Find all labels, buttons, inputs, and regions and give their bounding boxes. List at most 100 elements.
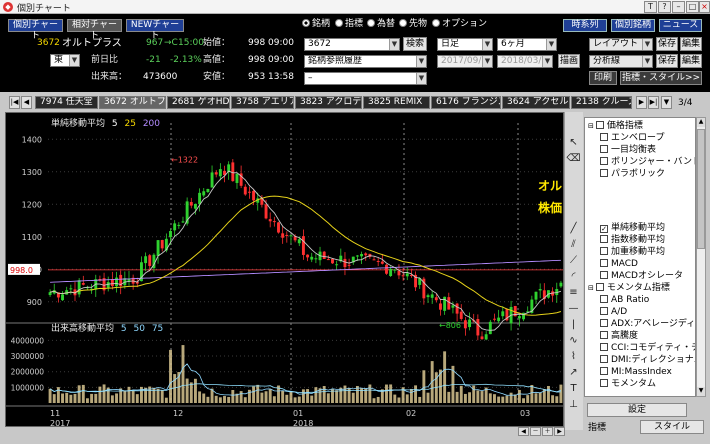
text-icon[interactable]: T [566, 382, 581, 396]
scroll-right-icon[interactable]: ▶ [554, 427, 565, 436]
date-to-input[interactable]: 2018/03/13 ▼ [497, 55, 553, 68]
range-select[interactable]: 6ヶ月 ▼ [497, 38, 557, 51]
radio-options[interactable]: オプション [432, 19, 487, 30]
maximize-button[interactable]: □ [686, 1, 699, 13]
indicator-item-0[interactable]: エンベロープ [598, 132, 664, 144]
wave-icon[interactable]: ⌇ [566, 350, 581, 364]
indicator-scrollbar[interactable]: ▲ ▼ [696, 117, 706, 397]
prev-icon[interactable]: ◀ [21, 96, 32, 109]
checkbox-icon[interactable] [600, 235, 608, 243]
stock-tab-7[interactable]: 3624 アクセルM [502, 96, 570, 109]
indicator-item-11[interactable]: A/D [598, 306, 627, 318]
checkbox-icon[interactable] [600, 307, 608, 315]
indicator-item-4[interactable]: ✓ 単純移動平均 [598, 222, 665, 234]
settings-button[interactable]: 設定 [587, 403, 687, 417]
tab-menu-icon[interactable]: ▼ [661, 96, 672, 109]
stock-tab-0[interactable]: 7974 任天堂 [35, 96, 98, 109]
checkbox-icon[interactable] [600, 133, 608, 141]
draw-button[interactable]: 描画 [558, 54, 580, 68]
print-button[interactable]: 印刷 [589, 71, 617, 85]
checkbox-icon[interactable] [600, 259, 608, 267]
history-select[interactable]: 銘柄参照履歴 ▼ [304, 55, 427, 68]
news-button[interactable]: ニュース [659, 19, 702, 32]
arc-icon[interactable]: ◜ [566, 270, 581, 284]
cycle-icon[interactable]: ∿ [566, 334, 581, 348]
stock-tab-5[interactable]: 3825 REMIX [363, 96, 430, 109]
zoom-in-icon[interactable]: ＋ [542, 427, 553, 436]
stock-tab-6[interactable]: 6176 ブランジスタ [431, 96, 501, 109]
fibonacci-icon[interactable]: ≡ [566, 286, 581, 300]
collapse-icon[interactable]: ⊟ [588, 122, 594, 130]
period-select[interactable]: 日足 ▼ [437, 38, 493, 51]
layout-save-button[interactable]: 保存 [656, 37, 678, 51]
scroll-left-icon[interactable]: ◀ [518, 427, 529, 436]
indicator-item-2[interactable]: ボリンジャー・バンド [598, 156, 695, 168]
scroll-down-icon[interactable]: ▼ [697, 387, 705, 396]
next-icon[interactable]: ▶ [636, 96, 647, 109]
secondary-select[interactable]: – ▼ [304, 72, 427, 85]
checkbox-icon[interactable] [600, 379, 608, 387]
timeseries-button[interactable]: 時系列 [563, 19, 607, 32]
checkbox-icon[interactable] [600, 295, 608, 303]
cursor-icon[interactable]: ↖ [566, 136, 581, 150]
checkbox-icon[interactable] [600, 355, 608, 363]
checkbox-icon[interactable] [600, 157, 608, 165]
stock-tab-8[interactable]: 2138 クルーズ [571, 96, 632, 109]
checkbox-icon[interactable] [600, 319, 608, 327]
vertical-line-icon[interactable]: | [566, 318, 581, 332]
indicator-item-5[interactable]: 指数移動平均 [598, 234, 665, 246]
collapse-icon[interactable]: ⊟ [588, 284, 594, 292]
analysis-edit-button[interactable]: 編集 [680, 54, 702, 68]
horizontal-line-icon[interactable]: — [566, 302, 581, 316]
zoom-out-icon[interactable]: － [530, 427, 541, 436]
style-button[interactable]: スタイル [640, 420, 704, 434]
layout-select[interactable]: レイアウト ▼ [589, 38, 653, 51]
indicator-style-button[interactable]: 指標・スタイル>> [620, 71, 702, 85]
indicator-item-16[interactable]: MI:MassIndex [598, 366, 672, 378]
radio-forex[interactable]: 為替 [367, 19, 395, 30]
indicator-item-13[interactable]: 高騰度 [598, 330, 638, 342]
ray-icon[interactable]: ↗ [566, 366, 581, 380]
indicator-item-14[interactable]: CCI:コモディティ・チャ [598, 342, 695, 354]
indicator-item-6[interactable]: 加重移動平均 [598, 246, 665, 258]
checkbox-icon[interactable] [600, 145, 608, 153]
tab-new-chart[interactable]: NEWチャート [126, 19, 184, 41]
indicator-item-3[interactable]: パラボリック [598, 168, 665, 180]
checkbox-icon[interactable] [595, 121, 604, 129]
layout-edit-button[interactable]: 編集 [680, 37, 702, 51]
tab-individual-chart[interactable]: 個別チャート [8, 19, 63, 41]
checkbox-icon[interactable] [600, 247, 608, 255]
stock-tab-3[interactable]: 3758 アエリア [231, 96, 294, 109]
scroll-up-icon[interactable]: ▲ [697, 118, 705, 127]
checkbox-icon[interactable] [600, 331, 608, 339]
indicator-item-9[interactable]: ⊟ モメンタム指標 [588, 282, 670, 294]
indicator-item-7[interactable]: MACD [598, 258, 638, 270]
checkbox-icon[interactable] [600, 367, 608, 375]
stock-tab-4[interactable]: 3823 アクロディア [295, 96, 362, 109]
market-select[interactable]: 東 ▼ [50, 54, 80, 67]
text-size-button[interactable]: T [644, 1, 657, 13]
checkbox-icon[interactable] [600, 343, 608, 351]
stock-tab-2[interactable]: 2681 ゲオHD [167, 96, 230, 109]
fan-icon[interactable]: ⟋ [566, 254, 581, 268]
indicator-group-price[interactable]: ⊟ 価格指標 [588, 120, 643, 132]
checkbox-icon[interactable] [600, 271, 608, 279]
help-button[interactable]: ? [658, 1, 671, 13]
individual-stock-button[interactable]: 個別銘柄 [611, 19, 655, 32]
analysis-select[interactable]: 分析線 ▼ [589, 55, 653, 68]
indicator-tab-label[interactable]: 指標 [588, 423, 606, 436]
radio-indicator[interactable]: 指標 [335, 19, 363, 30]
code-input[interactable]: 3672 ▼ [304, 38, 400, 51]
last-icon[interactable]: ▶| [648, 96, 659, 109]
date-from-input[interactable]: 2017/09/13 ▼ [437, 55, 493, 68]
close-button[interactable]: × [699, 1, 710, 13]
radio-futures[interactable]: 先物 [399, 19, 427, 30]
tab-relative-chart[interactable]: 相対チャート [67, 19, 122, 41]
channel-icon[interactable]: ⫽ [566, 238, 581, 252]
indicator-item-15[interactable]: DMI:ディレクショナル [598, 354, 695, 366]
checkbox-icon[interactable] [595, 283, 604, 291]
radio-stock[interactable]: 銘柄 [302, 19, 330, 30]
minimize-button[interactable]: – [672, 1, 685, 13]
checkbox-checked-icon[interactable]: ✓ [600, 225, 608, 233]
analysis-save-button[interactable]: 保存 [656, 54, 678, 68]
